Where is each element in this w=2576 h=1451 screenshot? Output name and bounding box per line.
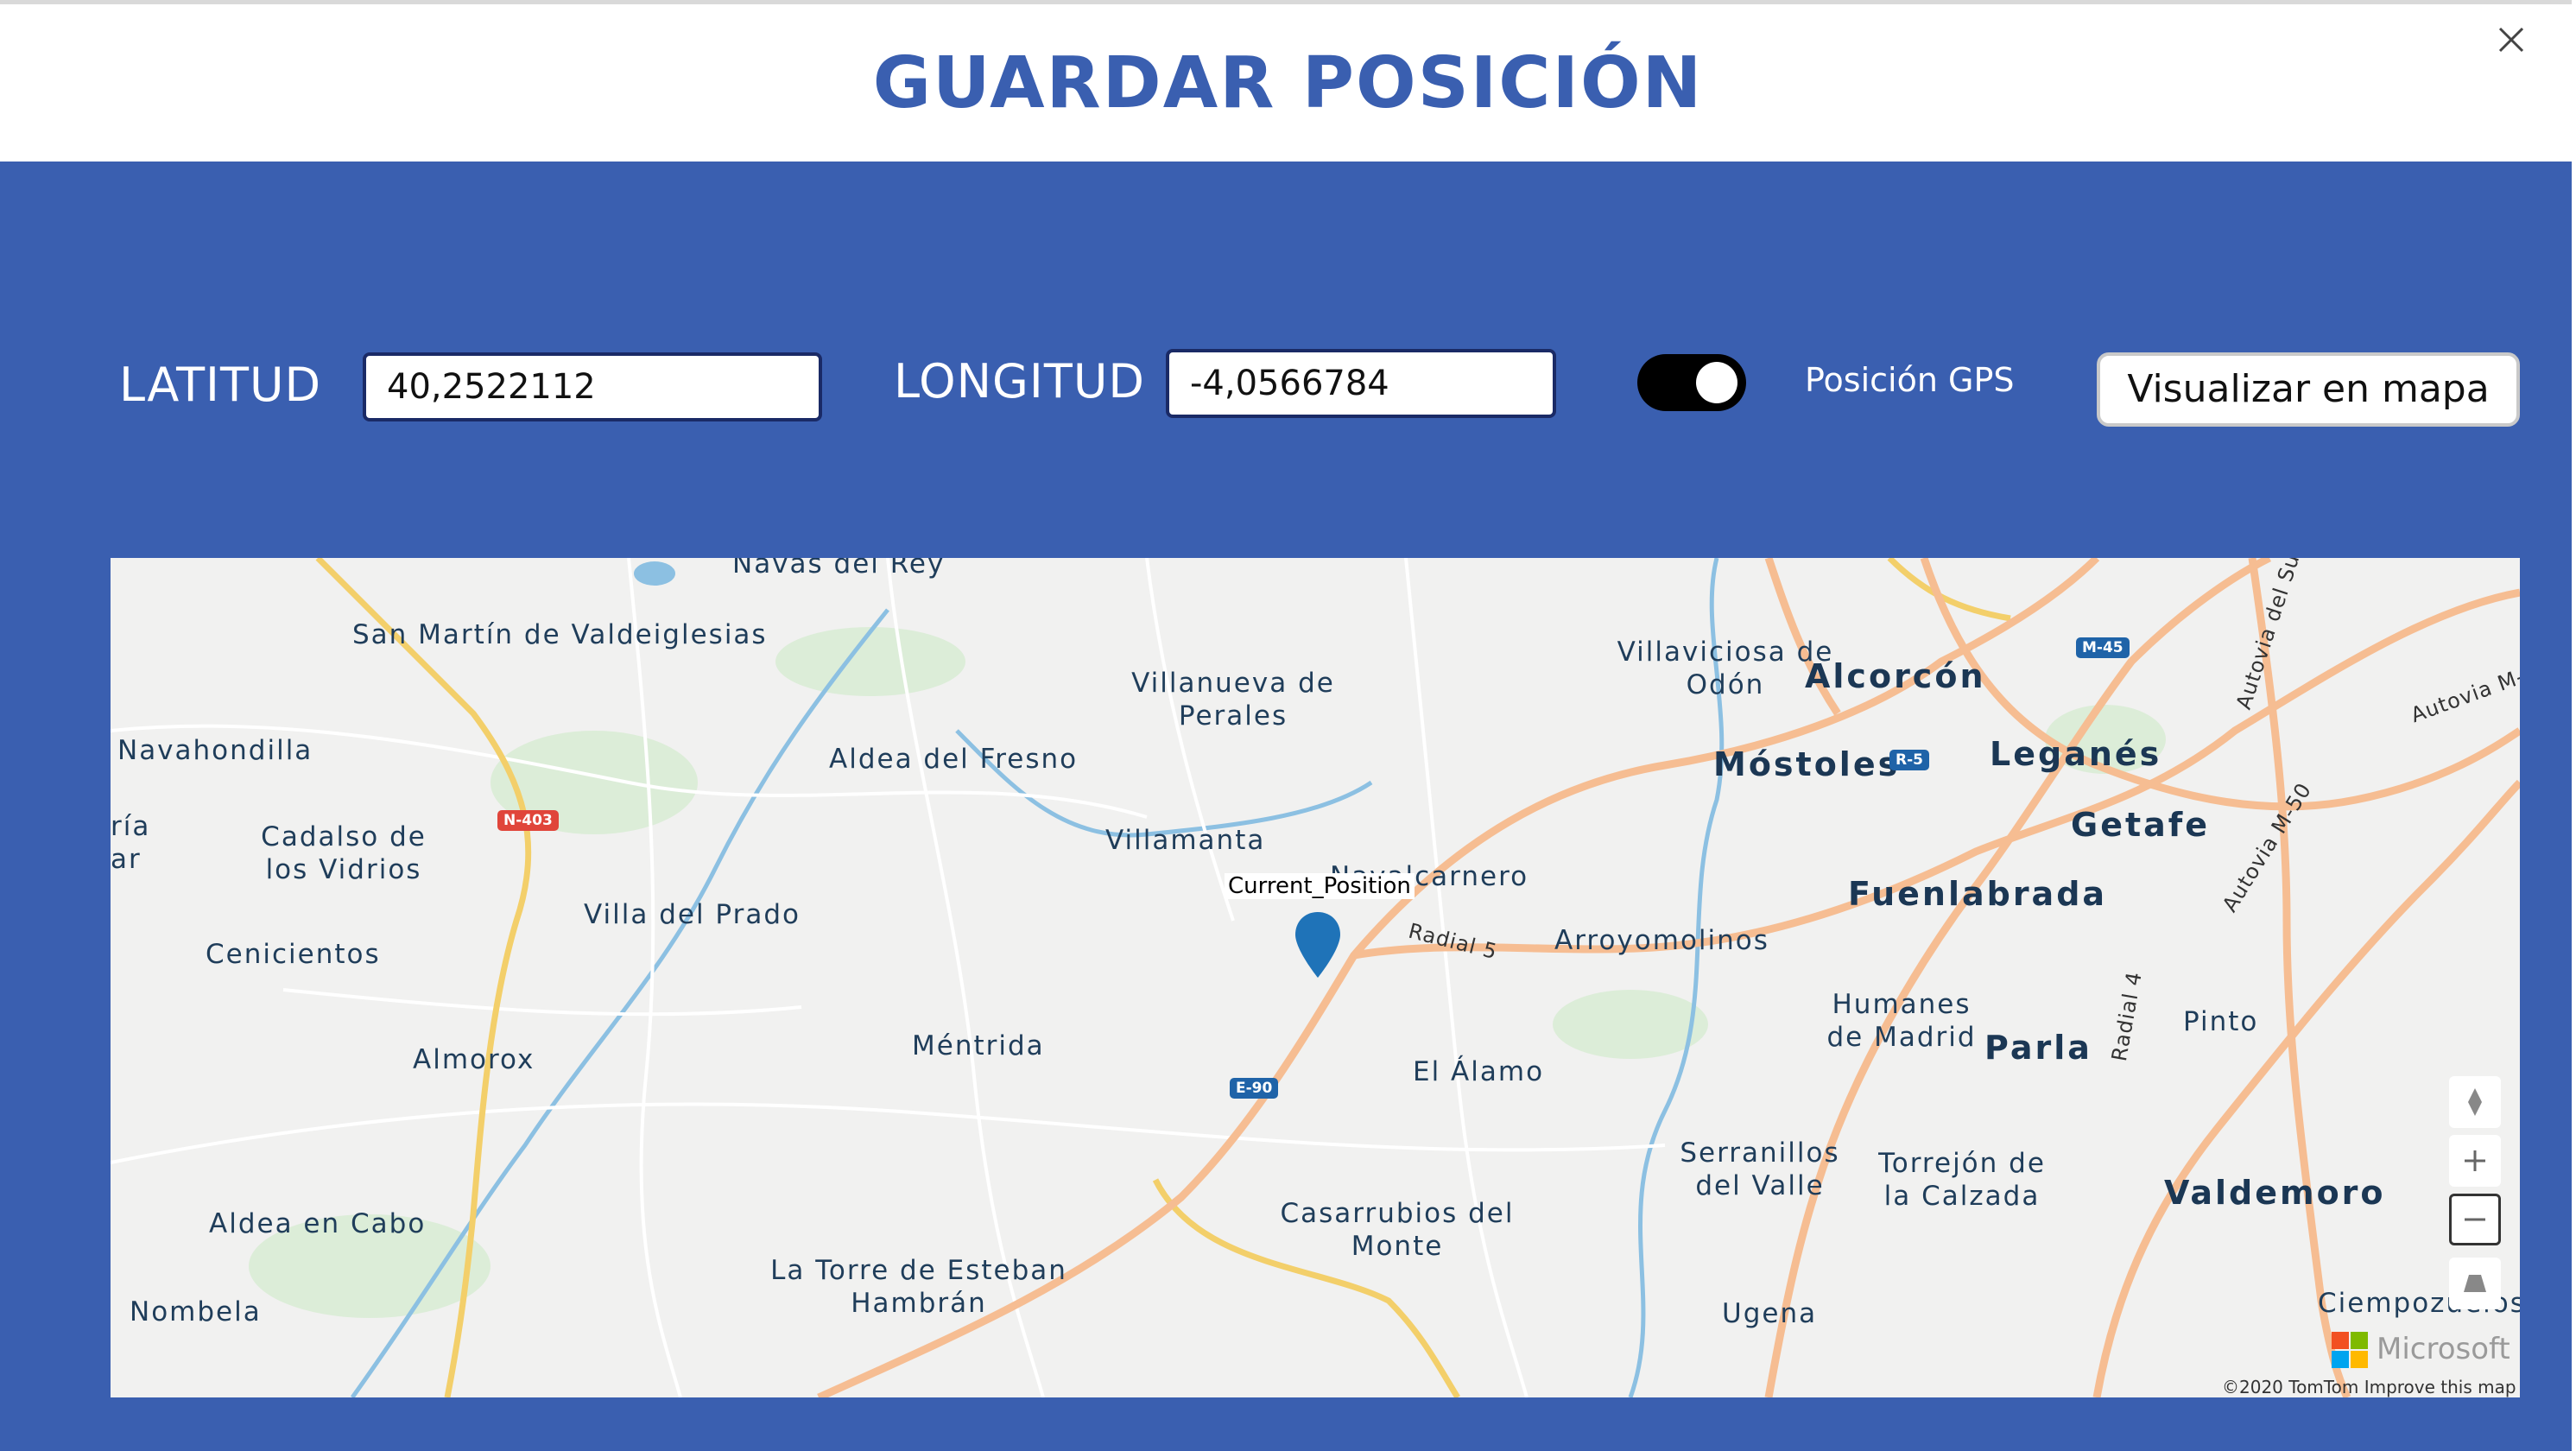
marker-label: Current_Position [1225, 873, 1415, 899]
place-label: ría [111, 811, 151, 842]
place-label: La Torre de Esteban Hambrán [770, 1255, 1067, 1319]
header: GUARDAR POSICIÓN [0, 4, 2576, 162]
place-label: Fuenlabrada [1848, 875, 2108, 913]
place-label: Getafe [2071, 806, 2211, 844]
place-label: Aldea del Fresno [829, 744, 1079, 775]
place-label: Serranillos del Valle [1680, 1137, 1840, 1201]
latitude-field[interactable]: 40,2522112 [363, 352, 822, 421]
place-label: Méntrida [912, 1030, 1045, 1061]
place-label: Móstoles [1713, 745, 1901, 783]
place-label: Arroyomolinos [1554, 925, 1769, 956]
place-label: Villaviciosa de Odón [1617, 637, 1834, 700]
page-title: GUARDAR POSICIÓN [872, 42, 1704, 124]
place-label: Navahondilla [117, 735, 313, 766]
longitude-label: LONGITUD [894, 354, 1145, 409]
longitude-field[interactable]: -4,0566784 [1166, 349, 1556, 418]
location-pin-icon[interactable] [1294, 910, 1342, 979]
place-label: Leganés [1990, 735, 2162, 773]
place-label: Aldea en Cabo [209, 1208, 427, 1239]
view-on-map-button[interactable]: Visualizar en mapa [2097, 352, 2520, 427]
place-label: El Álamo [1413, 1056, 1545, 1087]
place-label: Navas del Rey [732, 558, 946, 580]
place-label: Villa del Prado [584, 899, 801, 930]
map[interactable]: Navas del Rey San Martín de Valdeiglesia… [111, 558, 2520, 1397]
map-attribution[interactable]: ©2020 TomTom Improve this map [2222, 1377, 2516, 1397]
right-edge [2572, 0, 2576, 1451]
latitude-label: LATITUD [119, 358, 322, 412]
compass-icon[interactable] [2449, 1076, 2501, 1128]
place-label: Villamanta [1105, 825, 1266, 856]
zoom-out-icon[interactable] [2449, 1194, 2501, 1245]
brand-text: Microsoft [2377, 1332, 2510, 1366]
road-shield: N-403 [497, 810, 559, 831]
place-label: Parla [1984, 1029, 2092, 1067]
road-shield: E-90 [1230, 1078, 1279, 1099]
pitch-icon[interactable] [2449, 1258, 2501, 1309]
place-label: Ugena [1722, 1298, 1818, 1329]
place-label: Torrejón de la Calzada [1878, 1148, 2046, 1212]
zoom-in-icon[interactable] [2449, 1135, 2501, 1187]
microsoft-logo: Microsoft [2332, 1330, 2510, 1372]
place-label: Valdemoro [2164, 1174, 2386, 1212]
place-label: ar [111, 844, 142, 875]
place-label: Villanueva de Perales [1131, 668, 1335, 732]
place-label: Nombela [130, 1296, 262, 1327]
place-label: Humanes de Madrid [1826, 989, 1977, 1053]
place-label: Pinto [2183, 1006, 2259, 1037]
place-label: San Martín de Valdeiglesias [352, 619, 768, 650]
place-label: Alcorcón [1805, 657, 1986, 695]
toggle-knob [1696, 362, 1737, 403]
road-shield: R-5 [1889, 750, 1929, 770]
road-shield: M-45 [2076, 637, 2130, 658]
place-label: Almorox [413, 1044, 535, 1075]
close-icon[interactable] [2491, 20, 2531, 60]
gps-toggle-label: Posición GPS [1805, 361, 2015, 399]
place-label: Cenicientos [206, 939, 381, 970]
place-label: Cadalso de los Vidrios [261, 821, 427, 885]
place-label: Casarrubios del Monte [1280, 1198, 1515, 1262]
gps-toggle[interactable] [1637, 354, 1746, 411]
